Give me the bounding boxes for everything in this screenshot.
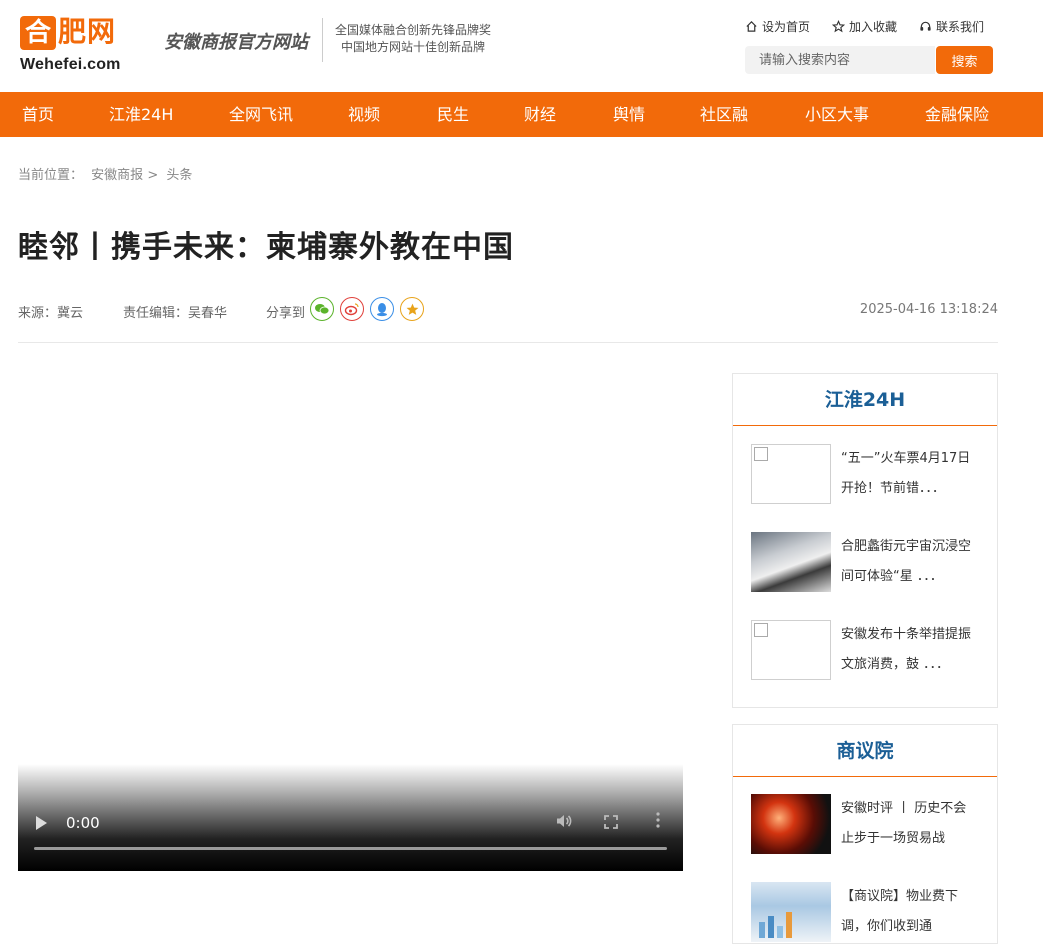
fullscreen-icon[interactable] [604,814,618,829]
publish-time: 2025-04-16 13:18:24 [859,302,998,317]
list-item-title[interactable]: 【商议院】物业费下调，你们收到通 [841,882,976,942]
thumbnail-image[interactable] [751,794,831,854]
list-item[interactable]: “五一”火车票4月17日开抢！节前错．．． [751,444,981,504]
list-item[interactable]: 安徽时评 丨 历史不会止步于一场贸易战 [751,794,981,854]
article-source: 来源：冀云 [18,306,84,321]
award-text: 全国媒体融合创新先锋品牌奖 中国地方网站十佳创新品牌 [335,22,491,56]
breadcrumb-current[interactable]: 头条 [166,168,192,183]
search-input[interactable] [745,46,935,74]
logo-chinese: 合 肥网 [20,10,130,50]
nav-item-jianghuai24h[interactable]: 江淮24H [109,92,173,137]
breadcrumb-label: 当前位置： [18,168,84,183]
volume-icon[interactable] [555,813,573,833]
more-options-icon[interactable] [656,812,660,828]
thumbnail-image[interactable] [751,532,831,592]
site-header: 合 肥网 Wehefei.com 安徽商报官方网站 全国媒体融合创新先锋品牌奖 … [0,0,1043,92]
logo-he-char: 合 [20,16,56,50]
breadcrumb: 当前位置： 安徽商报 > 头条 [18,164,192,183]
sidebar-shangyiyuan: 商议院 安徽时评 丨 历史不会止步于一场贸易战 【商议院】物业费下调，你们收到通 [732,724,998,944]
list-item-title[interactable]: 合肥蠡街元宇宙沉浸空间可体验“星 ．．． [841,532,976,592]
weibo-icon[interactable] [340,297,364,321]
nav-item-livelihood[interactable]: 民生 [437,92,469,137]
list-item[interactable]: 安徽发布十条举措提振文旅消费，鼓 ．．． [751,620,981,680]
share-label: 分享到 [266,306,306,321]
thumbnail-image[interactable] [751,882,831,942]
share-icons [310,297,424,321]
breadcrumb-separator: > [147,168,159,183]
site-slogan: 安徽商报官方网站 [164,32,308,53]
broken-image-icon [754,447,768,461]
logo-rest-chars: 肥网 [58,15,117,48]
video-current-time: 0:00 [66,814,100,832]
header-divider [322,18,323,62]
contact-us-label: 联系我们 [936,20,985,34]
thumbnail-broken-image[interactable] [751,444,831,504]
nav-item-insurance[interactable]: 金融保险 [925,92,989,137]
qq-icon[interactable] [370,297,394,321]
nav-item-finance[interactable]: 财经 [524,92,556,137]
star-icon [832,20,846,33]
list-item[interactable]: 合肥蠡街元宇宙沉浸空间可体验“星 ．．． [751,532,981,592]
page-title: 睦邻丨携手未来：柬埔寨外教在中国 [18,230,514,265]
headset-icon [920,21,931,31]
wechat-icon[interactable] [310,297,334,321]
sidebar-title-shangyiyuan[interactable]: 商议院 [733,725,997,777]
list-item[interactable]: 【商议院】物业费下调，你们收到通 [751,882,981,942]
list-item-title[interactable]: 安徽时评 丨 历史不会止步于一场贸易战 [841,794,976,854]
nav-item-public-opinion[interactable]: 舆情 [613,92,645,137]
nav-item-news-flash[interactable]: 全网飞讯 [229,92,293,137]
nav-item-video[interactable]: 视频 [348,92,380,137]
sidebar-title-jianghuai24h[interactable]: 江淮24H [733,374,997,426]
video-progress-bar[interactable] [34,847,667,850]
contact-us-link[interactable]: 联系我们 [919,18,984,35]
thumbnail-broken-image[interactable] [751,620,831,680]
top-links: 设为首页 加入收藏 联系我们 [745,18,984,35]
search-button[interactable]: 搜索 [936,46,993,74]
broken-image-icon [754,623,768,637]
add-favorite-link[interactable]: 加入收藏 [832,18,897,35]
favorite-share-icon[interactable] [400,297,424,321]
nav-item-home[interactable]: 首页 [22,92,54,137]
list-item-title[interactable]: “五一”火车票4月17日开抢！节前错．．． [841,444,976,504]
nav-item-community[interactable]: 社区融 [700,92,748,137]
article-editor: 责任编辑：吴春华 [123,306,228,321]
nav-item-neighborhood[interactable]: 小区大事 [805,92,869,137]
set-homepage-label: 设为首页 [762,20,811,34]
chart-thumbnail-graphic [759,912,792,938]
home-icon [746,21,757,32]
video-player[interactable]: 0:00 [18,764,683,871]
add-favorite-label: 加入收藏 [849,20,898,34]
play-icon[interactable] [36,816,47,830]
set-homepage-link[interactable]: 设为首页 [745,18,810,35]
award-line-1: 全国媒体融合创新先锋品牌奖 [335,23,492,37]
article-meta: 来源：冀云 责任编辑：吴春华 分享到 2025-04-16 13:18:24 [18,297,998,322]
main-nav: 首页 江淮24H 全网飞讯 视频 民生 财经 舆情 社区融 小区大事 金融保险 [0,92,1043,137]
logo-english: Wehefei.com [20,56,121,73]
list-item-title[interactable]: 安徽发布十条举措提振文旅消费，鼓 ．．． [841,620,976,680]
sidebar-jianghuai24h: 江淮24H “五一”火车票4月17日开抢！节前错．．． 合肥蠡街元宇宙沉浸空间可… [732,373,998,708]
breadcrumb-home[interactable]: 安徽商报 [91,168,143,183]
award-line-2: 中国地方网站十佳创新品牌 [341,40,486,54]
site-logo[interactable]: 合 肥网 Wehefei.com [20,10,130,76]
meta-divider [18,342,998,343]
